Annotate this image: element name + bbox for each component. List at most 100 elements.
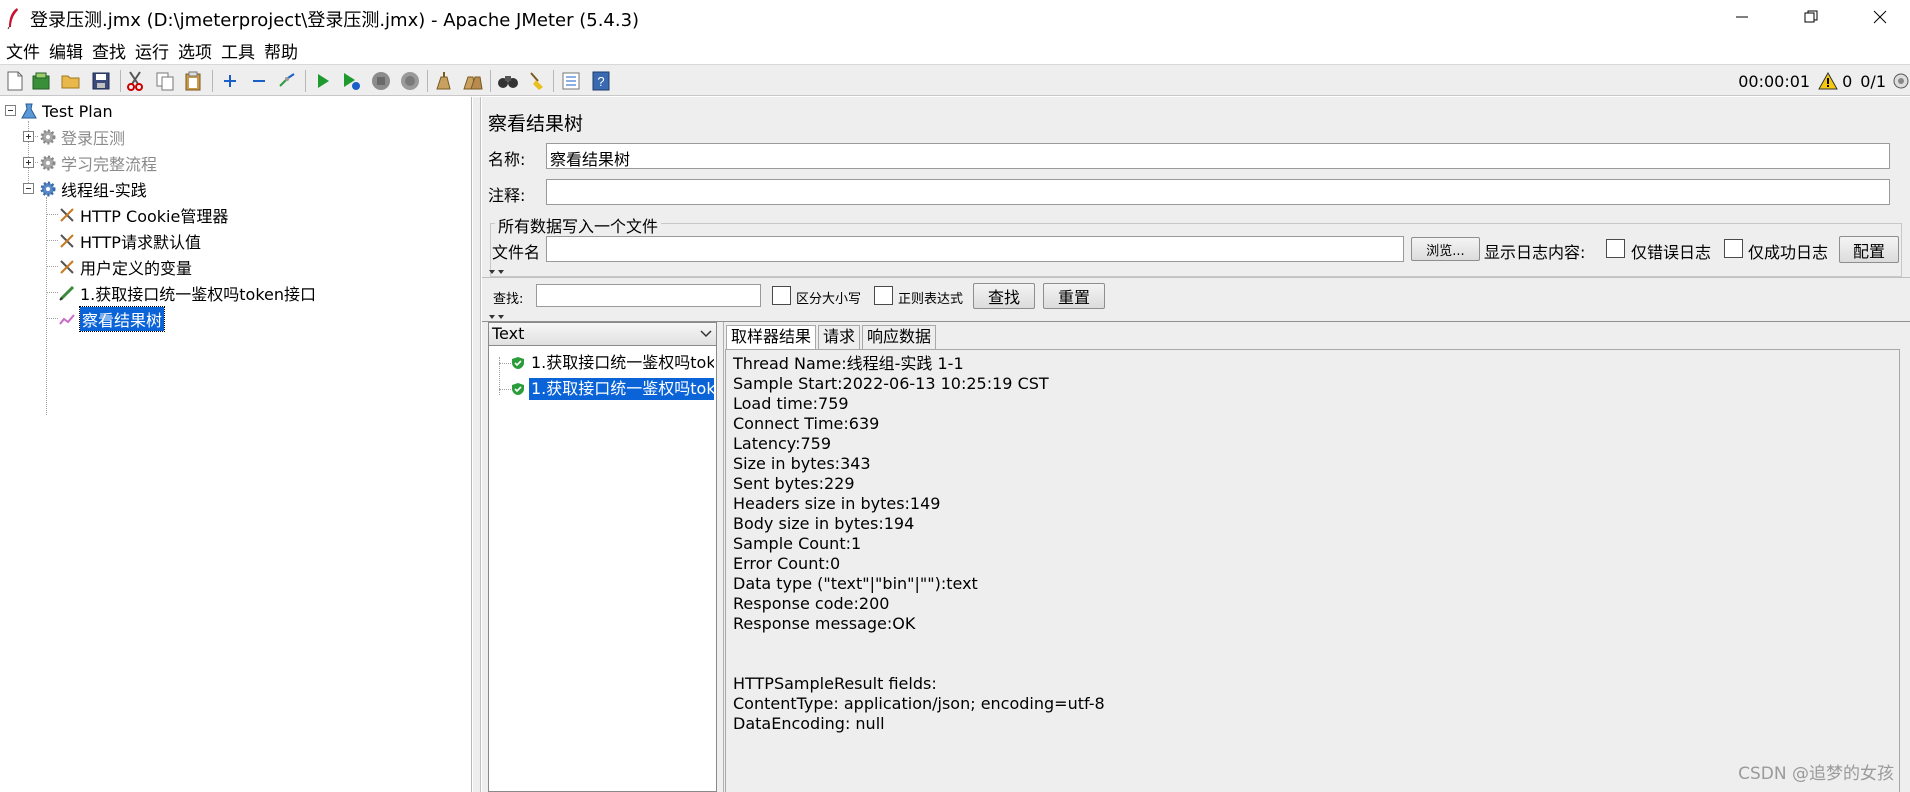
templates-button[interactable] [30,70,52,92]
result-line [733,634,1899,654]
view-results-tree-panel: 察看结果树 名称: 察看结果树 注释: 所有数据写入一个文件 文件名 浏览...… [482,97,1910,792]
file-output-group-label: 所有数据写入一个文件 [495,213,662,237]
menu-help[interactable]: 帮助 [264,38,298,63]
remote-status-icon [1893,73,1909,89]
function-helper-button[interactable] [560,70,582,92]
warning-count: 0 [1842,71,1853,91]
result-line: DataEncoding: null [733,714,885,733]
minimize-button[interactable] [1712,0,1772,34]
copy-icon [156,72,174,91]
result-tabs: 取样器结果 请求 响应数据 [726,325,938,349]
wrench-icon [60,260,74,274]
tree-collapse-toggle[interactable] [23,183,34,194]
tree-item-thread-group-learning[interactable]: 学习完整流程 [39,151,157,175]
result-line: Response code:200 [733,594,890,613]
tree-item-cookie-manager[interactable]: HTTP Cookie管理器 [58,203,228,227]
tree-item-http-defaults[interactable]: HTTP请求默认值 [58,229,201,253]
templates-icon [32,72,50,90]
name-input[interactable]: 察看结果树 [546,143,1890,169]
result-line: Sent bytes:229 [733,474,855,493]
cut-icon [127,71,143,91]
toggle-button[interactable] [276,70,298,92]
menu-file[interactable]: 文件 [6,38,40,63]
search-label: 查找: [493,292,524,307]
collapse-arrows-icon[interactable] [488,314,506,320]
minus-icon [253,80,265,82]
menu-tools[interactable]: 工具 [221,38,255,63]
tree-item-user-variables[interactable]: 用户定义的变量 [58,255,192,279]
reset-search-button[interactable] [526,70,548,92]
broom-icon [530,72,543,90]
tab-request[interactable]: 请求 [818,325,861,349]
tree-item-label: Test Plan [42,101,113,121]
result-item[interactable]: 1.获取接口统一鉴权吗token接口 [529,352,714,374]
menu-search[interactable]: 查找 [92,38,126,63]
tree-item-label: 察看结果树 [78,306,166,332]
menu-options[interactable]: 选项 [178,38,212,63]
paste-button[interactable] [182,70,204,92]
tree-collapse-toggle[interactable] [5,105,16,116]
tree-item-http-sampler[interactable]: 1.获取接口统一鉴权吗token接口 [58,281,316,305]
stop-button[interactable] [370,70,392,92]
sampler-result-text[interactable]: Thread Name:线程组-实践 1-1 Sample Start:2022… [725,349,1900,792]
new-button[interactable] [4,70,26,92]
save-button[interactable] [90,70,112,92]
new-icon [7,71,23,91]
expand-all-button[interactable] [219,70,241,92]
tree-item-label: 用户定义的变量 [80,259,193,278]
result-line: Response message:OK [733,614,916,633]
start-no-pauses-button[interactable] [340,70,362,92]
cut-button[interactable] [124,70,146,92]
restore-button[interactable] [1781,0,1841,34]
start-button[interactable] [312,70,334,92]
reset-button[interactable]: 重置 [1043,283,1105,309]
open-button[interactable] [60,70,82,92]
tab-sampler-result[interactable]: 取样器结果 [726,325,817,349]
filename-input[interactable] [546,236,1404,262]
find-button[interactable]: 查找 [973,283,1035,309]
tree-item-thread-group-practice[interactable]: 线程组-实践 [39,177,147,201]
result-item-selected[interactable]: 1.获取接口统一鉴权吗token接口 [529,378,714,400]
save-icon [92,72,110,90]
result-line [733,654,1899,674]
tab-response-data[interactable]: 响应数据 [862,325,937,349]
browse-button[interactable]: 浏览... [1411,237,1480,261]
help-icon: ? [592,71,610,91]
tree-item-test-plan[interactable]: Test Plan [20,99,113,123]
clear-all-icon [463,76,483,90]
tree-expand-toggle[interactable] [23,131,34,142]
tree-item-thread-group-login[interactable]: 登录压测 [39,125,125,149]
gear-icon [40,129,56,145]
test-plan-tree: Test Plan 登录压测 学习完整流程 线程组-实践 HTTP Cookie… [0,97,472,792]
tree-item-view-results-tree[interactable]: 察看结果树 [58,306,166,332]
clear-button[interactable] [432,70,454,92]
restore-icon [1804,10,1818,23]
errors-only-checkbox[interactable] [1606,239,1625,258]
clear-all-button[interactable] [462,70,484,92]
csdn-watermark: CSDN @追梦的女孩 [1738,764,1894,784]
search-input[interactable] [536,284,761,307]
case-sensitive-checkbox[interactable] [772,286,791,305]
regex-checkbox[interactable] [874,286,893,305]
active-threads: 0/1 [1860,71,1886,91]
results-split-divider[interactable] [718,322,724,792]
menu-edit[interactable]: 编辑 [49,38,83,63]
help-button[interactable]: ? [590,70,612,92]
shutdown-button[interactable] [399,70,421,92]
search-button[interactable] [497,70,519,92]
close-button[interactable] [1850,0,1910,34]
renderer-select[interactable]: Text [489,323,716,346]
tree-expand-toggle[interactable] [23,157,34,168]
toolbar: ? 00:00:01 0 0/1 [0,64,1910,96]
collapse-all-button[interactable] [248,70,270,92]
configure-button[interactable]: 配置 [1839,236,1899,263]
tree-item-label: 登录压测 [61,129,126,148]
warning-icon[interactable] [1818,72,1838,90]
menu-run[interactable]: 运行 [135,38,169,63]
success-only-checkbox[interactable] [1724,239,1743,258]
split-pane-divider[interactable] [473,97,481,792]
collapse-arrows-icon[interactable] [488,269,506,275]
comment-input[interactable] [546,179,1890,205]
copy-button[interactable] [154,70,176,92]
case-sensitive-label: 区分大小写 [796,292,862,307]
